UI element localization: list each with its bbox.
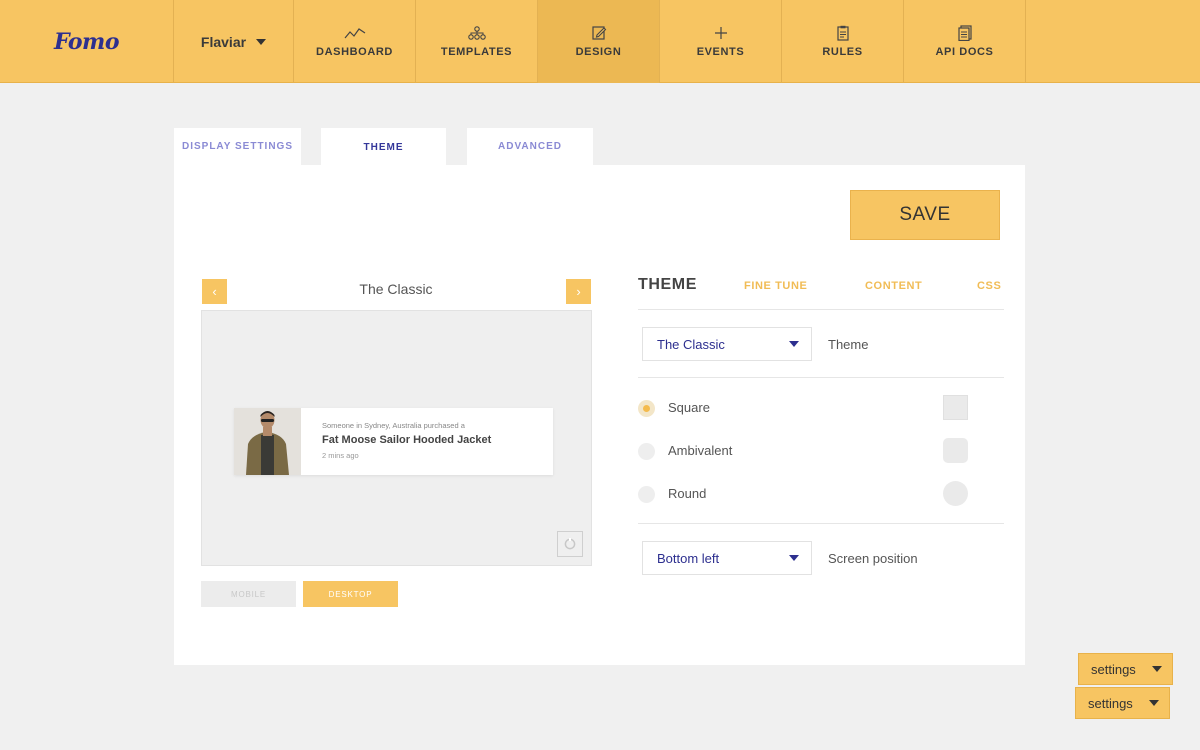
account-name: Flaviar xyxy=(200,33,247,50)
caret-down-icon xyxy=(256,38,267,45)
preview-theme-title: The Classic xyxy=(359,281,433,297)
nav-label: EVENTS xyxy=(696,46,745,58)
refresh-icon[interactable] xyxy=(557,531,583,557)
square-shape-icon xyxy=(943,395,968,420)
account-switcher[interactable]: Flaviar xyxy=(174,0,294,83)
settings-dropdown-button[interactable]: settings xyxy=(1078,653,1173,685)
screen-position-select[interactable]: Bottom left xyxy=(642,541,812,575)
nav-filler xyxy=(1026,0,1200,82)
save-button[interactable]: SAVE xyxy=(850,190,1000,240)
notification-time: 2 mins ago xyxy=(322,451,359,460)
notification-subtext: Someone in Sydney, Australia purchased a xyxy=(322,421,465,430)
screen-position-value: Bottom left xyxy=(657,550,720,566)
desktop-preview-button[interactable]: DESKTOP xyxy=(303,581,398,607)
settings-dropdown-button[interactable]: settings xyxy=(1075,687,1170,719)
logo[interactable]: Fomo xyxy=(54,29,120,55)
caret-down-icon xyxy=(789,341,799,347)
nav-dashboard[interactable]: DASHBOARD xyxy=(294,0,416,83)
divider xyxy=(638,377,1004,378)
divider xyxy=(638,523,1004,524)
nav-rules[interactable]: RULES xyxy=(782,0,904,83)
subtab-css[interactable]: CSS xyxy=(977,280,1001,292)
chart-line-icon xyxy=(344,28,365,39)
divider xyxy=(638,309,1004,310)
nav-label: API DOCS xyxy=(935,46,994,58)
settings-label: settings xyxy=(1091,661,1136,677)
notification-title: Fat Moose Sailor Hooded Jacket xyxy=(322,434,492,446)
sitemap-icon xyxy=(467,26,486,40)
logo-cell[interactable]: Fomo xyxy=(0,0,174,83)
radio-label: Square xyxy=(668,400,710,415)
tab-theme[interactable]: THEME xyxy=(321,128,446,166)
nav-api-docs[interactable]: API DOCS xyxy=(904,0,1026,83)
theme-select[interactable]: The Classic xyxy=(642,327,812,361)
plus-icon xyxy=(714,27,727,39)
radio-button[interactable] xyxy=(638,400,655,417)
screen-position-label: Screen position xyxy=(828,551,918,566)
radio-button[interactable] xyxy=(638,443,655,460)
chevron-left-icon: ‹ xyxy=(212,284,217,299)
clipboard-icon xyxy=(836,25,849,41)
nav-label: DASHBOARD xyxy=(316,46,393,58)
nav-label: DESIGN xyxy=(575,46,622,58)
nav-design[interactable]: DESIGN xyxy=(538,0,660,83)
shape-option-ambivalent[interactable]: Ambivalent xyxy=(638,438,998,464)
edit-icon xyxy=(591,26,606,40)
caret-down-icon xyxy=(1149,700,1159,706)
previous-theme-button[interactable]: ‹ xyxy=(202,279,227,304)
rounded-square-shape-icon xyxy=(943,438,968,463)
notification-card: Someone in Sydney, Australia purchased a… xyxy=(234,408,553,475)
mobile-preview-button[interactable]: MOBILE xyxy=(201,581,296,607)
circle-shape-icon xyxy=(943,481,968,506)
chevron-right-icon: › xyxy=(576,284,581,299)
subtab-fine-tune[interactable]: FINE TUNE xyxy=(744,280,807,292)
nav-events[interactable]: EVENTS xyxy=(660,0,782,83)
tab-display-settings[interactable]: DISPLAY SETTINGS xyxy=(174,128,301,165)
person-in-jacket-image xyxy=(234,408,301,475)
theme-select-value: The Classic xyxy=(657,336,725,352)
caret-down-icon xyxy=(789,555,799,561)
tab-advanced[interactable]: ADVANCED xyxy=(467,128,593,165)
nav-label: RULES xyxy=(822,46,863,58)
nav-label: TEMPLATES xyxy=(440,46,513,58)
radio-label: Ambivalent xyxy=(668,443,733,458)
subtab-theme[interactable]: THEME xyxy=(638,276,697,294)
radio-label: Round xyxy=(668,486,707,501)
shape-option-square[interactable]: Square xyxy=(638,395,998,421)
shape-option-round[interactable]: Round xyxy=(638,481,998,507)
top-navigation: Fomo Flaviar DASHBOARD TEMPLATES DESIGN … xyxy=(0,0,1200,83)
theme-label: Theme xyxy=(828,337,869,352)
next-theme-button[interactable]: › xyxy=(566,279,591,304)
caret-down-icon xyxy=(1152,666,1162,672)
radio-button[interactable] xyxy=(638,486,655,503)
nav-templates[interactable]: TEMPLATES xyxy=(416,0,538,83)
settings-label: settings xyxy=(1088,695,1133,711)
subtab-content[interactable]: CONTENT xyxy=(865,280,922,292)
document-icon xyxy=(957,25,972,41)
product-image xyxy=(234,408,301,475)
notification-preview: Someone in Sydney, Australia purchased a… xyxy=(201,310,592,566)
design-card: SAVE ‹ The Classic › Someone in Sydney, … xyxy=(174,165,1025,665)
